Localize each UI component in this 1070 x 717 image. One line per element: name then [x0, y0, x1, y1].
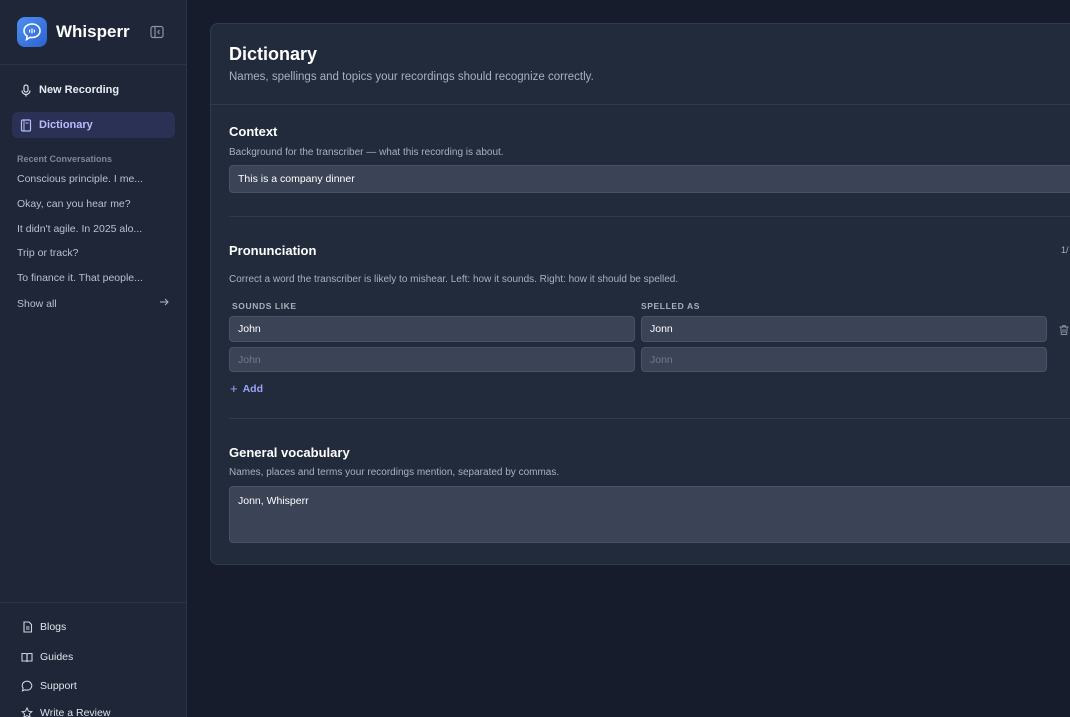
context-description: Background for the transcriber — what th…	[229, 147, 504, 158]
context-input[interactable]: This is a company dinner	[229, 165, 1070, 193]
vocabulary-textarea[interactable]: Jonn, Whisperr	[229, 486, 1070, 543]
trash-icon[interactable]	[1058, 323, 1070, 335]
dictionary-panel: Dictionary Names, spellings and topics y…	[210, 23, 1070, 565]
chat-bubble-icon	[21, 680, 33, 692]
nav-dictionary[interactable]: Dictionary	[12, 112, 175, 138]
pronunciation-counter: 1/	[1061, 245, 1069, 255]
footer-label: Blogs	[40, 621, 67, 633]
conversation-item[interactable]: It didn't agile. In 2025 alo...	[17, 223, 167, 235]
arrow-right-icon	[159, 297, 169, 310]
app-window: Whisperr New Recording Dictionary Recent…	[0, 0, 1070, 717]
conversation-item[interactable]: Trip or track?	[17, 247, 167, 259]
footer-support[interactable]: Support	[21, 680, 77, 692]
show-all-label: Show all	[17, 297, 57, 310]
conversation-item[interactable]: Conscious principle. I me...	[17, 173, 167, 185]
sidebar: Whisperr New Recording Dictionary Recent…	[0, 0, 187, 717]
footer-write-review[interactable]: Write a Review	[21, 707, 110, 717]
add-label: Add	[242, 382, 264, 395]
footer-label: Guides	[40, 651, 74, 663]
vocabulary-description: Names, places and terms your recordings …	[229, 467, 560, 478]
nav-label: Dictionary	[39, 119, 93, 131]
star-icon	[21, 707, 33, 717]
sounds-like-input[interactable]: John	[229, 316, 635, 342]
show-all-link[interactable]: Show all	[17, 297, 169, 310]
vocabulary-title: General vocabulary	[229, 445, 350, 460]
collapse-sidebar-icon[interactable]	[149, 24, 165, 40]
plus-icon: +	[230, 381, 238, 396]
footer-label: Write a Review	[40, 707, 111, 717]
section-divider	[229, 418, 1070, 419]
whisperr-logo-icon	[17, 17, 47, 47]
add-pronunciation-button[interactable]: + Add	[230, 381, 263, 396]
sidebar-divider	[0, 602, 186, 603]
new-sounds-like-input[interactable]: John	[229, 347, 635, 372]
header-divider	[211, 104, 1070, 105]
book-icon	[19, 118, 32, 132]
footer-guides[interactable]: Guides	[21, 651, 73, 663]
new-spelled-as-input[interactable]: Jonn	[641, 347, 1047, 372]
recent-conversations-label: Recent Conversations	[17, 154, 113, 164]
footer-blogs[interactable]: Blogs	[21, 621, 66, 633]
brand[interactable]: Whisperr	[17, 17, 130, 47]
open-book-icon	[21, 651, 33, 663]
microphone-icon	[19, 83, 32, 97]
conversation-item[interactable]: Okay, can you hear me?	[17, 198, 167, 210]
sounds-like-header: SOUNDS LIKE	[232, 301, 297, 311]
nav-new-recording[interactable]: New Recording	[12, 77, 175, 103]
footer-label: Support	[40, 680, 77, 692]
pronunciation-description: Correct a word the transcriber is likely…	[229, 274, 679, 285]
section-divider	[229, 216, 1070, 217]
page-subtitle: Names, spellings and topics your recordi…	[229, 71, 594, 83]
spelled-as-input[interactable]: Jonn	[641, 316, 1047, 342]
pronunciation-title: Pronunciation	[229, 243, 317, 258]
page-title: Dictionary	[229, 44, 318, 64]
context-title: Context	[229, 124, 278, 139]
spelled-as-header: SPELLED AS	[641, 301, 701, 311]
app-name: Whisperr	[56, 22, 130, 41]
document-icon	[21, 621, 33, 633]
sidebar-divider	[0, 64, 186, 65]
page-header: Dictionary Names, spellings and topics y…	[229, 44, 594, 83]
nav-label: New Recording	[39, 84, 120, 96]
conversation-item[interactable]: To finance it. That people...	[17, 272, 167, 284]
